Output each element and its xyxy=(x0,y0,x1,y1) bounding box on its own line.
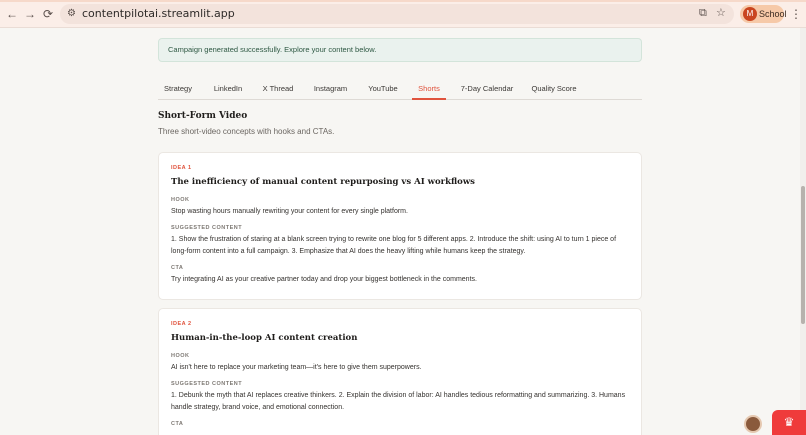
cta-label: CTA xyxy=(171,421,184,427)
success-alert-text: Campaign generated successfully. Explore… xyxy=(168,45,377,54)
success-alert: Campaign generated successfully. Explore… xyxy=(158,38,642,62)
tab-strategy[interactable]: Strategy xyxy=(158,82,198,100)
bookmark-star-icon[interactable]: ☆ xyxy=(716,6,726,21)
cta-label: CTA xyxy=(171,265,184,271)
address-bar[interactable]: ⚙ contentpilotai.streamlit.app ⧉ ☆ xyxy=(60,4,734,24)
hook-text: AI isn't here to replace your marketing … xyxy=(171,364,422,371)
suggested-content-text: 1. Debunk the myth that AI replaces crea… xyxy=(171,392,626,411)
tab-strip-edge xyxy=(0,0,806,2)
cta-text: Try integrating AI as your creative part… xyxy=(171,276,477,283)
hook-text: Stop wasting hours manually rewriting yo… xyxy=(171,208,408,215)
idea-card: IDEA 1 The inefficiency of manual conten… xyxy=(158,152,642,300)
profile-label: School xyxy=(759,9,787,19)
suggested-content-label: SUGGESTED CONTENT xyxy=(171,381,243,387)
crown-icon[interactable]: ♛ xyxy=(772,410,806,435)
tab-shorts[interactable]: Shorts xyxy=(412,82,446,100)
back-arrow-icon[interactable]: ← xyxy=(4,6,20,22)
user-avatar-icon[interactable] xyxy=(744,415,762,433)
idea-title: The inefficiency of manual content repur… xyxy=(171,177,475,187)
idea-tag: IDEA 1 xyxy=(171,165,192,171)
section-title: Short-Form Video xyxy=(158,111,248,121)
tab-youtube[interactable]: YouTube xyxy=(362,82,404,100)
page-scrollbar[interactable] xyxy=(800,28,806,435)
idea-card: IDEA 2 Human-in-the-loop AI content crea… xyxy=(158,308,642,435)
page-content: Campaign generated successfully. Explore… xyxy=(0,28,800,435)
site-settings-icon[interactable]: ⚙ xyxy=(67,7,76,21)
reload-icon[interactable]: ⟳ xyxy=(40,6,56,22)
idea-tag: IDEA 2 xyxy=(171,321,192,327)
suggested-content-text: 1. Show the frustration of staring at a … xyxy=(171,236,617,255)
browser-toolbar: ← → ⟳ ⚙ contentpilotai.streamlit.app ⧉ ☆… xyxy=(0,0,806,28)
tab-x-thread[interactable]: X Thread xyxy=(258,82,298,100)
avatar: M xyxy=(743,7,757,21)
tab-quality-score[interactable]: Quality Score xyxy=(528,82,580,100)
section-subtitle: Three short-video concepts with hooks an… xyxy=(158,127,335,136)
scrollbar-thumb[interactable] xyxy=(801,186,805,324)
profile-chip[interactable]: M School xyxy=(740,5,787,23)
hook-label: HOOK xyxy=(171,197,190,203)
content-tabs: Strategy LinkedIn X Thread Instagram You… xyxy=(158,80,642,100)
tab-instagram[interactable]: Instagram xyxy=(308,82,353,100)
install-app-icon[interactable]: ⧉ xyxy=(699,6,707,21)
tab-linkedin[interactable]: LinkedIn xyxy=(208,82,248,100)
url-text[interactable]: contentpilotai.streamlit.app xyxy=(82,7,235,21)
idea-title: Human-in-the-loop AI content creation xyxy=(171,333,358,343)
tab-7-day-calendar[interactable]: 7-Day Calendar xyxy=(458,82,516,100)
forward-arrow-icon[interactable]: → xyxy=(22,6,38,22)
hook-label: HOOK xyxy=(171,353,190,359)
suggested-content-label: SUGGESTED CONTENT xyxy=(171,225,243,231)
browser-menu-icon[interactable]: ⋮ xyxy=(790,6,802,22)
